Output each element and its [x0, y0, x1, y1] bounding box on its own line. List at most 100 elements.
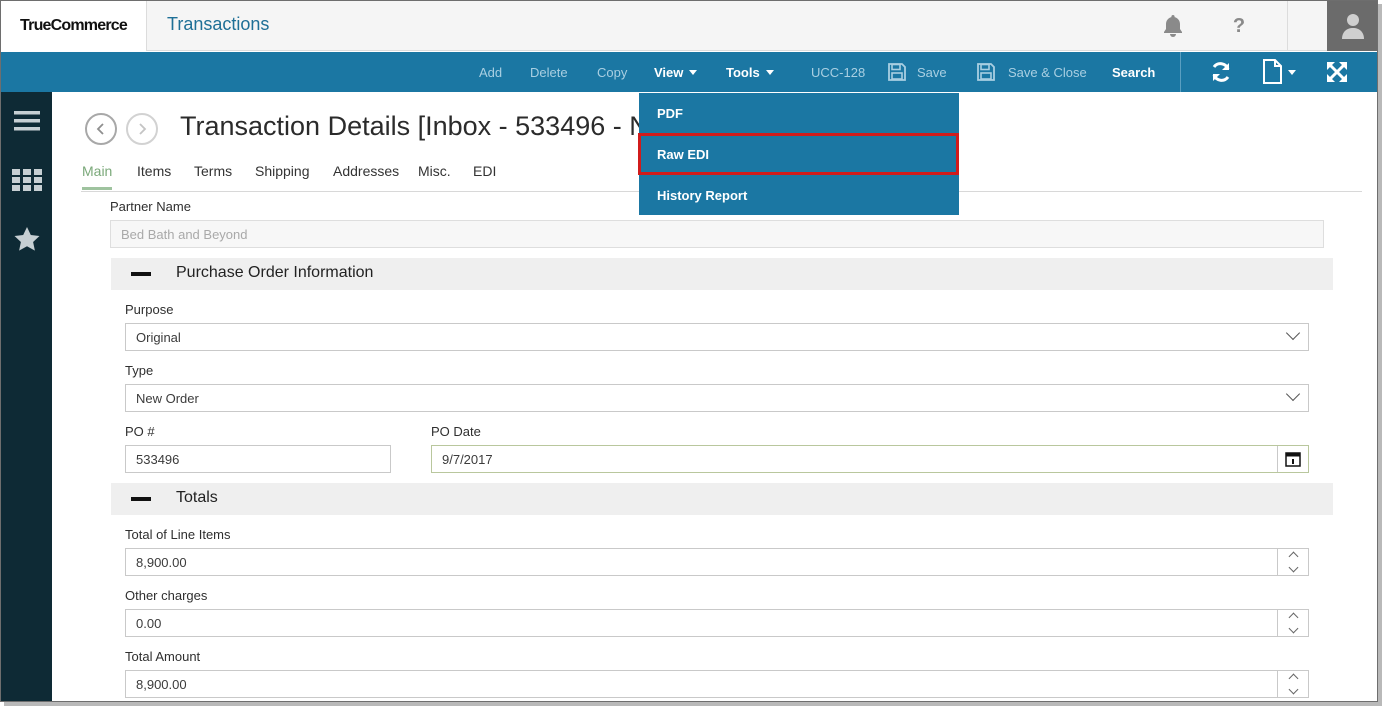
- help-button[interactable]: ?: [1217, 1, 1261, 51]
- chevron-down-icon: [1285, 325, 1301, 341]
- partner-name-label: Partner Name: [110, 199, 191, 214]
- menu-item-history-report[interactable]: History Report: [639, 175, 959, 215]
- purpose-select[interactable]: Original: [125, 323, 1309, 351]
- toolbar-divider: [1180, 52, 1181, 92]
- save-label: Save: [917, 64, 947, 80]
- logo-text: TrueCommerce: [20, 17, 128, 34]
- search-button[interactable]: Search: [1112, 52, 1155, 92]
- stepper-down-icon: [1288, 684, 1298, 695]
- page-title: Transaction Details [Inbox - 533496 - N: [180, 111, 640, 141]
- user-avatar-icon: [1342, 14, 1364, 39]
- collapse-icon: [131, 497, 151, 501]
- save-icon: [977, 63, 995, 81]
- app-window: TrueCommerce Transactions ? Add Delete C…: [0, 0, 1378, 702]
- total-line-items-value: 8,900.00: [136, 554, 187, 570]
- favorites-button[interactable]: [1, 226, 52, 252]
- po-info-section-header[interactable]: Purchase Order Information: [111, 258, 1333, 290]
- tab-addresses[interactable]: Addresses: [333, 163, 399, 187]
- caret-down-icon: [689, 69, 698, 75]
- save-icon: [888, 63, 906, 81]
- tab-misc[interactable]: Misc.: [418, 163, 451, 187]
- delete-button[interactable]: Delete: [530, 52, 568, 92]
- save-close-button[interactable]: Save & Close: [976, 52, 1087, 92]
- new-document-icon: [1263, 59, 1282, 84]
- expand-button[interactable]: [1321, 52, 1353, 92]
- partner-name-value: Bed Bath and Beyond: [121, 226, 248, 242]
- menu-item-pdf[interactable]: PDF: [639, 93, 959, 133]
- number-stepper[interactable]: [1277, 610, 1308, 636]
- number-stepper[interactable]: [1277, 671, 1308, 697]
- stepper-up-icon: [1288, 612, 1298, 623]
- header-divider: [1287, 1, 1288, 51]
- po-number-field[interactable]: 533496: [125, 445, 391, 473]
- menu-icon: [13, 111, 40, 131]
- view-label: View: [654, 64, 684, 80]
- expand-icon: [1327, 62, 1347, 82]
- menu-button[interactable]: [1, 110, 52, 132]
- total-line-items-field[interactable]: 8,900.00: [125, 548, 1309, 576]
- total-line-items-label: Total of Line Items: [125, 527, 231, 542]
- stepper-up-icon: [1288, 673, 1298, 684]
- stepper-down-icon: [1288, 562, 1298, 573]
- top-header: TrueCommerce Transactions ?: [1, 1, 1377, 51]
- notifications-button[interactable]: [1151, 1, 1195, 51]
- caret-down-icon: [1288, 69, 1296, 75]
- total-amount-field[interactable]: 8,900.00: [125, 670, 1309, 698]
- back-button[interactable]: [85, 113, 117, 145]
- other-charges-field[interactable]: 0.00: [125, 609, 1309, 637]
- refresh-icon: [1212, 62, 1230, 82]
- forward-icon: [139, 123, 147, 135]
- copy-button[interactable]: Copy: [597, 52, 627, 92]
- po-date-field[interactable]: 9/7/2017: [431, 445, 1309, 473]
- po-number-label: PO #: [125, 424, 155, 439]
- highlight-box: [638, 133, 959, 175]
- purpose-value: Original: [136, 329, 181, 345]
- save-button[interactable]: Save: [887, 52, 947, 92]
- forward-button[interactable]: [126, 113, 158, 145]
- caret-down-icon: [765, 69, 774, 75]
- totals-section-header[interactable]: Totals: [111, 483, 1333, 515]
- po-date-label: PO Date: [431, 424, 481, 439]
- stepper-down-icon: [1288, 623, 1298, 634]
- totals-section-title: Totals: [176, 489, 218, 506]
- type-select[interactable]: New Order: [125, 384, 1309, 412]
- total-amount-label: Total Amount: [125, 649, 201, 664]
- add-button[interactable]: Add: [479, 52, 502, 92]
- type-label: Type: [125, 363, 154, 378]
- save-close-label: Save & Close: [1008, 64, 1087, 80]
- purpose-label: Purpose: [125, 302, 174, 317]
- calendar-icon: [1285, 452, 1301, 467]
- star-icon: [14, 227, 39, 251]
- calendar-button[interactable]: [1277, 446, 1308, 472]
- tab-shipping[interactable]: Shipping: [255, 163, 310, 187]
- number-stepper[interactable]: [1277, 549, 1308, 575]
- tab-terms[interactable]: Terms: [194, 163, 232, 187]
- new-document-button[interactable]: [1257, 52, 1301, 92]
- user-menu-button[interactable]: [1327, 1, 1377, 51]
- help-icon: ?: [1232, 14, 1246, 37]
- apps-button[interactable]: [1, 169, 52, 191]
- partner-name-field: Bed Bath and Beyond: [110, 220, 1324, 248]
- other-charges-value: 0.00: [136, 615, 162, 631]
- chevron-down-icon: [1285, 386, 1301, 402]
- other-charges-label: Other charges: [125, 588, 208, 603]
- po-number-value: 533496: [136, 451, 180, 467]
- po-date-value: 9/7/2017: [442, 451, 493, 467]
- tab-main[interactable]: Main: [82, 163, 113, 190]
- stepper-up-icon: [1288, 551, 1298, 562]
- ucc-128-button[interactable]: UCC-128: [811, 52, 865, 92]
- total-amount-value: 8,900.00: [136, 676, 187, 692]
- collapse-icon: [131, 272, 151, 276]
- app-title: Transactions: [167, 14, 270, 34]
- bell-icon: [1164, 15, 1182, 37]
- tools-menu-button[interactable]: Tools: [726, 52, 774, 92]
- left-sidebar: [1, 92, 52, 701]
- tab-edi[interactable]: EDI: [473, 163, 496, 187]
- tab-items[interactable]: Items: [137, 163, 171, 187]
- action-toolbar: Add Delete Copy View Tools UCC-128 Save …: [1, 52, 1377, 92]
- refresh-button[interactable]: [1204, 52, 1238, 92]
- brand-logo[interactable]: TrueCommerce: [1, 1, 147, 51]
- po-info-section-title: Purchase Order Information: [176, 264, 374, 281]
- view-menu-button[interactable]: View: [654, 52, 698, 92]
- back-icon: [96, 123, 104, 135]
